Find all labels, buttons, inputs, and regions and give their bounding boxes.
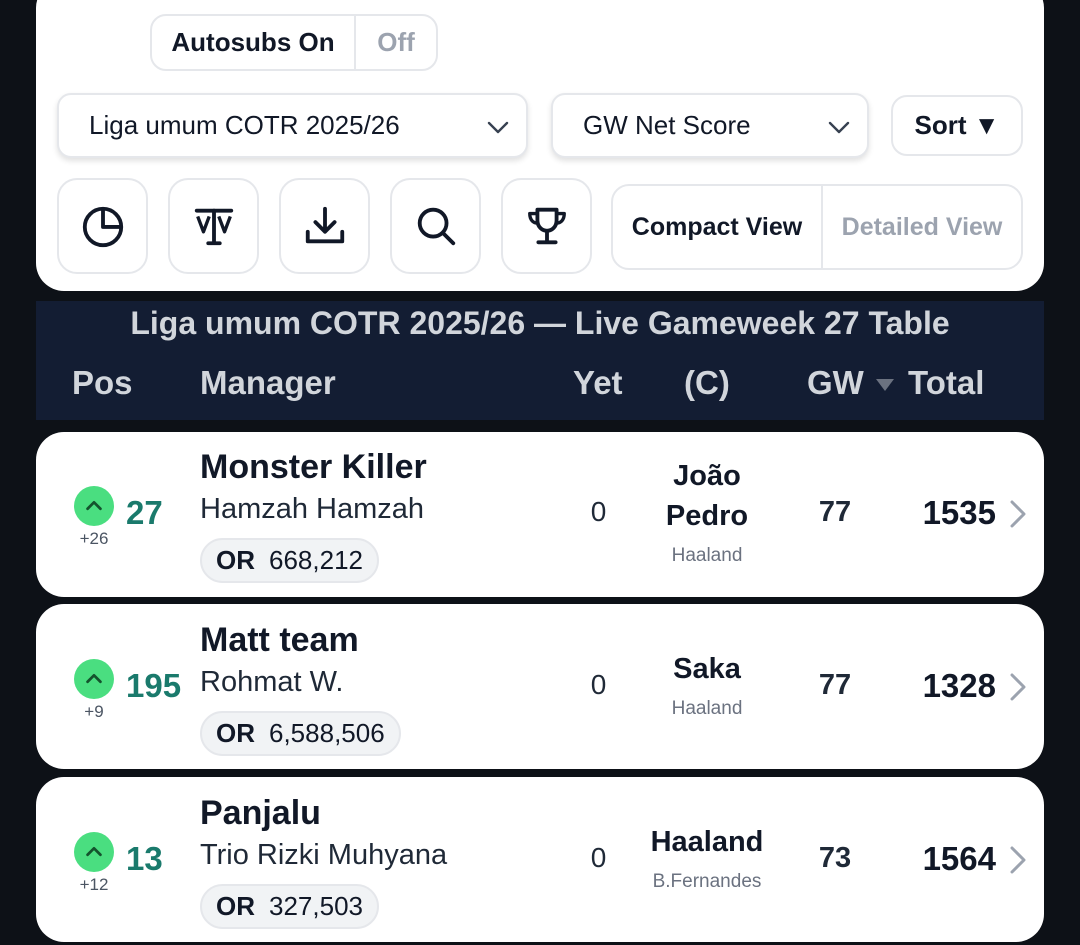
manager-name: Trio Rizki Muhyana xyxy=(200,839,448,871)
transfers-button[interactable] xyxy=(168,178,259,274)
table-row[interactable]: +9 195 Matt team Rohmat W. OR 6,588,506 0… xyxy=(36,604,1044,769)
or-label: OR xyxy=(216,718,255,748)
column-header-gw[interactable]: GW xyxy=(807,364,894,402)
team-name: Monster Killer xyxy=(200,448,427,486)
manager-name: Rohmat W. xyxy=(200,666,344,698)
players-yet: 0 xyxy=(590,842,607,873)
captain-name: Haaland xyxy=(650,826,764,858)
or-value: 327,503 xyxy=(269,891,363,921)
gw-score: 77 xyxy=(818,669,852,701)
players-yet: 0 xyxy=(590,496,607,527)
table-title: Liga umum COTR 2025/26 — Live Gameweek 2… xyxy=(130,305,950,341)
manager-name: Hamzah Hamzah xyxy=(200,493,425,525)
chevron-down-icon xyxy=(828,121,850,134)
autosubs-off-option[interactable]: Off xyxy=(356,16,436,69)
team-name: Panjalu xyxy=(200,794,321,832)
download-button[interactable] xyxy=(279,178,370,274)
stats-button[interactable] xyxy=(57,178,148,274)
vice-captain-name: Haaland xyxy=(671,698,743,719)
trophy-button[interactable] xyxy=(501,178,592,274)
search-icon xyxy=(417,207,455,246)
or-label: OR xyxy=(216,545,255,575)
or-value: 6,588,506 xyxy=(269,718,385,748)
chevron-down-icon xyxy=(487,121,509,134)
column-header-total[interactable]: Total xyxy=(908,364,984,402)
rank-up-icon xyxy=(74,659,114,699)
rank-delta: +12 xyxy=(79,875,109,894)
league-rank: 195 xyxy=(126,667,182,704)
overall-rank-badge: OR 668,212 xyxy=(200,538,379,583)
view-toggle[interactable]: Compact View Detailed View xyxy=(611,184,1023,270)
chevron-right-icon xyxy=(1010,846,1026,874)
column-header-manager[interactable]: Manager xyxy=(200,364,336,402)
gw-score: 77 xyxy=(818,496,852,528)
table-row[interactable]: +26 27 Monster Killer Hamzah Hamzah OR 66… xyxy=(36,432,1044,597)
overall-rank-badge: OR 6,588,506 xyxy=(200,711,401,756)
detailed-view-option[interactable]: Detailed View xyxy=(823,186,1021,268)
rank-up-icon xyxy=(74,832,114,872)
team-name: Matt team xyxy=(200,621,359,659)
column-header-captain[interactable]: (C) xyxy=(684,364,730,402)
chevron-right-icon xyxy=(1010,500,1026,528)
compact-view-option[interactable]: Compact View xyxy=(613,186,823,268)
column-header-gw-label: GW xyxy=(807,364,864,401)
players-yet: 0 xyxy=(590,669,607,700)
sort-button[interactable]: Sort ▼ xyxy=(891,95,1023,156)
search-button[interactable] xyxy=(390,178,481,274)
autosubs-on-option[interactable]: Autosubs On xyxy=(152,16,356,69)
rank-delta: +9 xyxy=(84,702,104,721)
rank-delta: +26 xyxy=(79,529,109,548)
league-select[interactable]: Liga umum COTR 2025/26 xyxy=(57,93,528,158)
control-panel: Autosubs On Off Liga umum COTR 2025/26 G… xyxy=(36,0,1044,291)
league-rank: 27 xyxy=(126,494,163,531)
metric-select-value: GW Net Score xyxy=(583,110,751,140)
total-score: 1328 xyxy=(922,667,996,704)
total-score: 1535 xyxy=(922,494,996,531)
table-header: Liga umum COTR 2025/26 — Live Gameweek 2… xyxy=(36,301,1044,420)
gw-score: 73 xyxy=(818,842,852,874)
trophy-icon xyxy=(527,207,566,245)
league-rank: 13 xyxy=(126,840,163,877)
column-header-yet[interactable]: Yet xyxy=(573,364,623,402)
league-select-value: Liga umum COTR 2025/26 xyxy=(89,110,400,140)
column-header-pos[interactable]: Pos xyxy=(72,364,133,402)
or-label: OR xyxy=(216,891,255,921)
total-score: 1564 xyxy=(922,840,996,877)
download-icon xyxy=(305,206,344,244)
vice-captain-name: Haaland xyxy=(671,545,743,566)
overall-rank-badge: OR 327,503 xyxy=(200,884,379,929)
autosubs-toggle[interactable]: Autosubs On Off xyxy=(150,14,438,71)
captain-name: João Pedro xyxy=(665,460,749,532)
metric-select[interactable]: GW Net Score xyxy=(551,93,869,158)
chevron-right-icon xyxy=(1010,673,1026,701)
pie-chart-icon xyxy=(82,206,123,248)
rank-up-icon xyxy=(74,486,114,526)
or-value: 668,212 xyxy=(269,545,363,575)
sort-desc-icon xyxy=(875,379,894,392)
transfers-icon xyxy=(194,208,233,246)
table-row[interactable]: +12 13 Panjalu Trio Rizki Muhyana OR 327,… xyxy=(36,777,1044,942)
captain-name: Saka xyxy=(673,653,741,685)
vice-captain-name: B.Fernandes xyxy=(652,871,762,892)
